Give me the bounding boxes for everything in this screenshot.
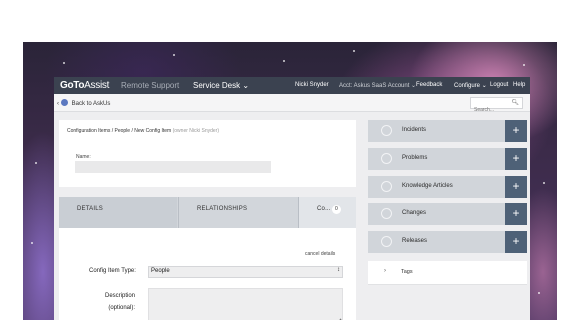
- sidebar-item-label: Knowledge Articles: [402, 183, 453, 189]
- askus-logo-icon: [61, 99, 68, 106]
- back-target: AskUs: [93, 101, 111, 107]
- add-release-button[interactable]: +: [505, 231, 527, 253]
- tab-relationships[interactable]: RELATIONSHIPS: [178, 197, 297, 228]
- account-menu[interactable]: Acct: Askus SaaS Account ⌄: [339, 82, 416, 89]
- back-label: Back to: [71, 101, 92, 107]
- page-background: GoToAssist Remote Support Service Desk ⌄…: [0, 0, 577, 320]
- secondary-toolbar: ‹ Back to AskUs 🔍︎: [54, 94, 530, 115]
- add-problem-button[interactable]: +: [505, 148, 527, 170]
- sidebar-item-label: Changes: [402, 210, 427, 216]
- config-item-type-value: People: [151, 268, 170, 274]
- product-service-desk-label: Service Desk: [193, 81, 241, 90]
- search-box[interactable]: 🔍︎: [470, 97, 523, 115]
- config-item-header-card: Configuration Items / People / New Confi…: [59, 120, 356, 187]
- breadcrumb-path[interactable]: Configuration Items / People / New Confi…: [67, 128, 171, 134]
- circle-icon: [381, 181, 392, 192]
- configure-menu[interactable]: Configure ⌄: [454, 82, 487, 89]
- sidebar-item-incidents[interactable]: Incidents +: [368, 120, 527, 142]
- add-knowledge-article-button[interactable]: +: [505, 176, 527, 198]
- comments-count-badge: 0: [332, 205, 341, 214]
- gotoassist-logo[interactable]: GoToAssist: [60, 80, 109, 91]
- description-label-line1: Description: [105, 293, 136, 299]
- config-item-type-select[interactable]: People ↕: [148, 266, 343, 278]
- chevron-down-icon: ⌄: [242, 81, 250, 90]
- search-icon[interactable]: 🔍︎: [511, 99, 519, 106]
- description-label: Description (optional):: [105, 290, 135, 314]
- details-panel: cancel details Config Item Type: People …: [59, 228, 356, 320]
- description-label-line2: (optional):: [108, 305, 136, 311]
- chevron-down-icon: ⌄: [481, 83, 487, 89]
- sidebar-item-label: Releases: [402, 238, 428, 244]
- circle-icon: [381, 153, 392, 164]
- tab-bar: DETAILS RELATIONSHIPS Co... 0: [59, 197, 356, 232]
- name-field[interactable]: [75, 161, 271, 173]
- tab-relationships-label: RELATIONSHIPS: [197, 206, 248, 212]
- tab-comments-label: Co...: [317, 206, 331, 212]
- help-link[interactable]: Help: [513, 82, 525, 88]
- app-window: GoToAssist Remote Support Service Desk ⌄…: [54, 77, 530, 320]
- logo-text-light: Assist: [84, 80, 110, 91]
- product-remote-support[interactable]: Remote Support: [121, 81, 179, 90]
- sidebar-item-problems[interactable]: Problems +: [368, 148, 527, 170]
- sidebar-item-changes[interactable]: Changes +: [368, 203, 527, 225]
- feedback-link[interactable]: Feedback: [416, 82, 442, 88]
- tags-label: Tags: [401, 269, 413, 275]
- chevron-right-icon: ›: [384, 268, 386, 274]
- sidebar-item-knowledge-articles[interactable]: Knowledge Articles +: [368, 176, 527, 198]
- sidebar-item-label: Problems: [402, 155, 428, 161]
- tab-comments[interactable]: Co... 0: [298, 197, 356, 228]
- search-input[interactable]: [471, 105, 511, 115]
- config-item-type-label: Config Item Type:: [89, 268, 136, 274]
- circle-icon: [381, 125, 392, 136]
- sidebar-item-releases[interactable]: Releases +: [368, 231, 527, 253]
- user-name[interactable]: Nicki Snyder: [295, 82, 329, 88]
- product-service-desk[interactable]: Service Desk ⌄: [193, 81, 249, 90]
- tab-details-label: DETAILS: [77, 206, 103, 212]
- breadcrumb: Configuration Items / People / New Confi…: [67, 128, 219, 134]
- select-arrows-icon: ↕: [337, 267, 340, 273]
- cancel-details-link[interactable]: cancel details: [305, 251, 335, 257]
- back-link[interactable]: ‹ Back to AskUs: [57, 99, 110, 107]
- name-label: Name:: [76, 154, 91, 160]
- top-navigation-bar: GoToAssist Remote Support Service Desk ⌄…: [54, 77, 530, 94]
- add-change-button[interactable]: +: [505, 203, 527, 225]
- breadcrumb-owner: (owner Nicki Snyder): [172, 128, 220, 134]
- logo-text-bold: GoTo: [60, 80, 85, 91]
- circle-icon: [381, 236, 392, 247]
- sidebar-item-label: Incidents: [402, 127, 427, 133]
- add-incident-button[interactable]: +: [505, 120, 527, 142]
- configure-label: Configure: [454, 83, 481, 89]
- tab-details[interactable]: DETAILS: [59, 197, 177, 232]
- tags-section[interactable]: › Tags: [368, 261, 527, 285]
- circle-icon: [381, 208, 392, 219]
- description-field[interactable]: [148, 288, 343, 320]
- account-label: Acct: Askus SaaS Account: [339, 83, 410, 89]
- logout-link[interactable]: Logout: [490, 82, 508, 88]
- back-arrow-icon: ‹: [57, 101, 59, 107]
